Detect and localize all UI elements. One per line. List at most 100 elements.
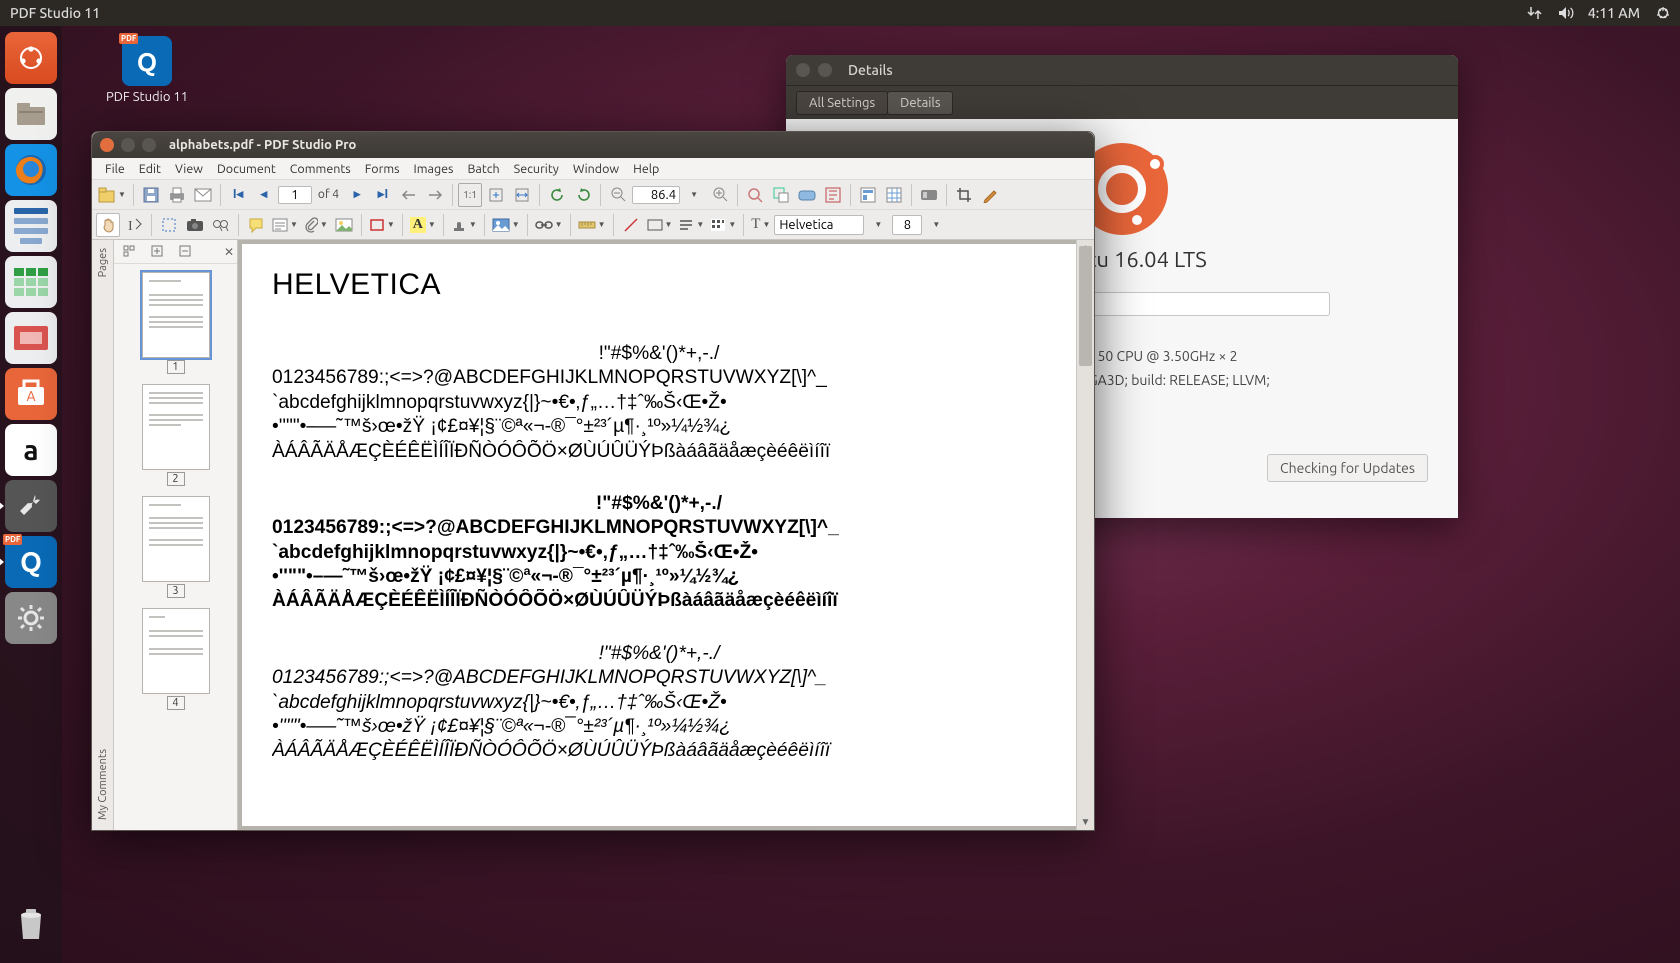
pan-zoom-button[interactable] bbox=[769, 183, 793, 207]
search-button[interactable] bbox=[209, 213, 233, 237]
desktop-shortcut-pdf-studio[interactable]: Q PDF Studio 11 bbox=[104, 36, 190, 104]
libreoffice-impress-icon[interactable] bbox=[5, 312, 57, 364]
form-grid-button[interactable] bbox=[882, 183, 906, 207]
pdf-titlebar[interactable]: alphabets.pdf - PDF Studio Pro bbox=[92, 132, 1094, 158]
session-indicator-icon[interactable] bbox=[1656, 6, 1670, 20]
fit-page-button[interactable] bbox=[484, 183, 508, 207]
menu-view[interactable]: View bbox=[168, 160, 210, 178]
first-page-button[interactable]: I◂ bbox=[226, 183, 250, 207]
last-page-button[interactable]: ▸I bbox=[371, 183, 395, 207]
breadcrumb-details[interactable]: Details bbox=[887, 91, 953, 115]
area-select-button[interactable] bbox=[157, 213, 181, 237]
close-panel-icon[interactable]: ✕ bbox=[224, 245, 234, 259]
thumbnail-page-3[interactable]: 3 bbox=[142, 496, 210, 598]
firefox-icon[interactable] bbox=[5, 144, 57, 196]
thumb-options-icon[interactable] bbox=[117, 240, 141, 264]
ocr-button[interactable] bbox=[821, 183, 845, 207]
font-size-dropdown[interactable]: ▼ bbox=[924, 213, 948, 237]
fit-width-button[interactable] bbox=[510, 183, 534, 207]
minimize-icon[interactable] bbox=[121, 138, 135, 152]
font-dropdown[interactable]: ▼ bbox=[866, 213, 890, 237]
thumbnail-page-4[interactable]: 4 bbox=[142, 608, 210, 710]
scroll-handle[interactable] bbox=[1079, 246, 1092, 366]
vertical-scrollbar[interactable]: ▲ ▼ bbox=[1076, 240, 1094, 830]
prev-view-button[interactable] bbox=[397, 183, 421, 207]
rotate-ccw-button[interactable] bbox=[545, 183, 569, 207]
network-indicator-icon[interactable] bbox=[1527, 6, 1542, 20]
email-button[interactable] bbox=[191, 183, 215, 207]
insert-image-button[interactable]: ▼ bbox=[490, 218, 522, 232]
measure-button[interactable]: ▼ bbox=[576, 220, 608, 230]
sign-button[interactable] bbox=[978, 183, 1002, 207]
hand-tool-button[interactable] bbox=[96, 213, 120, 237]
sticky-note-button[interactable] bbox=[244, 213, 268, 237]
align-button[interactable]: ▼ bbox=[676, 218, 706, 232]
thumbnail-page-2[interactable]: 2 bbox=[142, 384, 210, 486]
form-layout-button[interactable] bbox=[856, 183, 880, 207]
gear-icon[interactable] bbox=[5, 592, 57, 644]
libreoffice-calc-icon[interactable] bbox=[5, 256, 57, 308]
font-size-input[interactable] bbox=[892, 215, 922, 235]
menu-file[interactable]: File bbox=[98, 160, 132, 178]
tab-pages[interactable]: Pages bbox=[97, 248, 109, 277]
maximize-icon[interactable] bbox=[142, 138, 156, 152]
optimize-button[interactable] bbox=[917, 183, 941, 207]
link-button[interactable]: ▼ bbox=[533, 219, 565, 231]
shape-button[interactable]: ▼ bbox=[367, 218, 397, 232]
thumb-zoom-out-icon[interactable] bbox=[173, 240, 197, 264]
loupe-button[interactable] bbox=[743, 183, 767, 207]
add-image-button[interactable] bbox=[332, 213, 356, 237]
amazon-icon[interactable]: a bbox=[5, 424, 57, 476]
libreoffice-writer-icon[interactable] bbox=[5, 200, 57, 252]
menu-batch[interactable]: Batch bbox=[460, 160, 506, 178]
sound-indicator-icon[interactable] bbox=[1558, 6, 1574, 20]
breadcrumb-all-settings[interactable]: All Settings bbox=[796, 91, 888, 115]
menu-document[interactable]: Document bbox=[210, 160, 283, 178]
rotate-cw-button[interactable] bbox=[571, 183, 595, 207]
prev-page-button[interactable]: ◂ bbox=[252, 183, 276, 207]
open-button[interactable]: ▼ bbox=[96, 187, 128, 203]
zoom-input[interactable] bbox=[632, 186, 680, 204]
next-view-button[interactable] bbox=[423, 183, 447, 207]
menu-images[interactable]: Images bbox=[407, 160, 461, 178]
menu-window[interactable]: Window bbox=[566, 160, 626, 178]
tab-my-comments[interactable]: My Comments bbox=[97, 749, 109, 820]
zoom-dropdown[interactable]: ▼ bbox=[682, 183, 706, 207]
page-input[interactable] bbox=[278, 186, 312, 204]
menu-comments[interactable]: Comments bbox=[283, 160, 358, 178]
details-titlebar[interactable]: Details bbox=[786, 55, 1458, 85]
scroll-down-icon[interactable]: ▼ bbox=[1077, 814, 1094, 830]
font-select[interactable] bbox=[774, 215, 864, 235]
snapshot-button[interactable] bbox=[183, 213, 207, 237]
dash-icon[interactable] bbox=[5, 32, 57, 84]
menu-help[interactable]: Help bbox=[626, 160, 666, 178]
stamp-button[interactable]: ▼ bbox=[449, 217, 479, 233]
print-button[interactable] bbox=[165, 183, 189, 207]
crop-button[interactable] bbox=[952, 183, 976, 207]
zoom-out-button[interactable] bbox=[606, 183, 630, 207]
redact-button[interactable]: ▼ bbox=[708, 218, 738, 232]
line-button[interactable] bbox=[619, 213, 643, 237]
close-icon[interactable] bbox=[796, 63, 810, 77]
text-box-button[interactable]: ▼ bbox=[270, 218, 300, 232]
thumbnail-page-1[interactable]: 1 bbox=[142, 272, 210, 374]
thumb-zoom-in-icon[interactable] bbox=[145, 240, 169, 264]
document-view[interactable]: HELVETICA !"#$%&'()*+,-./ 0123456789:;<=… bbox=[238, 240, 1094, 830]
trash-icon[interactable] bbox=[5, 897, 57, 949]
save-button[interactable] bbox=[139, 183, 163, 207]
attach-button[interactable]: ▼ bbox=[302, 217, 330, 233]
files-icon[interactable] bbox=[5, 88, 57, 140]
text-select-button[interactable]: I bbox=[122, 213, 146, 237]
close-icon[interactable] bbox=[100, 138, 114, 152]
check-updates-button[interactable]: Checking for Updates bbox=[1267, 454, 1428, 482]
rect-button[interactable]: ▼ bbox=[645, 219, 675, 231]
highlight-button[interactable]: A▼ bbox=[408, 217, 438, 233]
minimize-icon[interactable] bbox=[818, 63, 832, 77]
actual-size-button[interactable]: 1:1 bbox=[458, 183, 482, 207]
clock[interactable]: 4:11 AM bbox=[1588, 5, 1640, 21]
text-tool-button[interactable]: T▼ bbox=[749, 216, 772, 233]
zoom-in-button[interactable] bbox=[708, 183, 732, 207]
menu-security[interactable]: Security bbox=[507, 160, 566, 178]
ubuntu-software-icon[interactable]: A bbox=[5, 368, 57, 420]
system-settings-icon[interactable] bbox=[5, 480, 57, 532]
